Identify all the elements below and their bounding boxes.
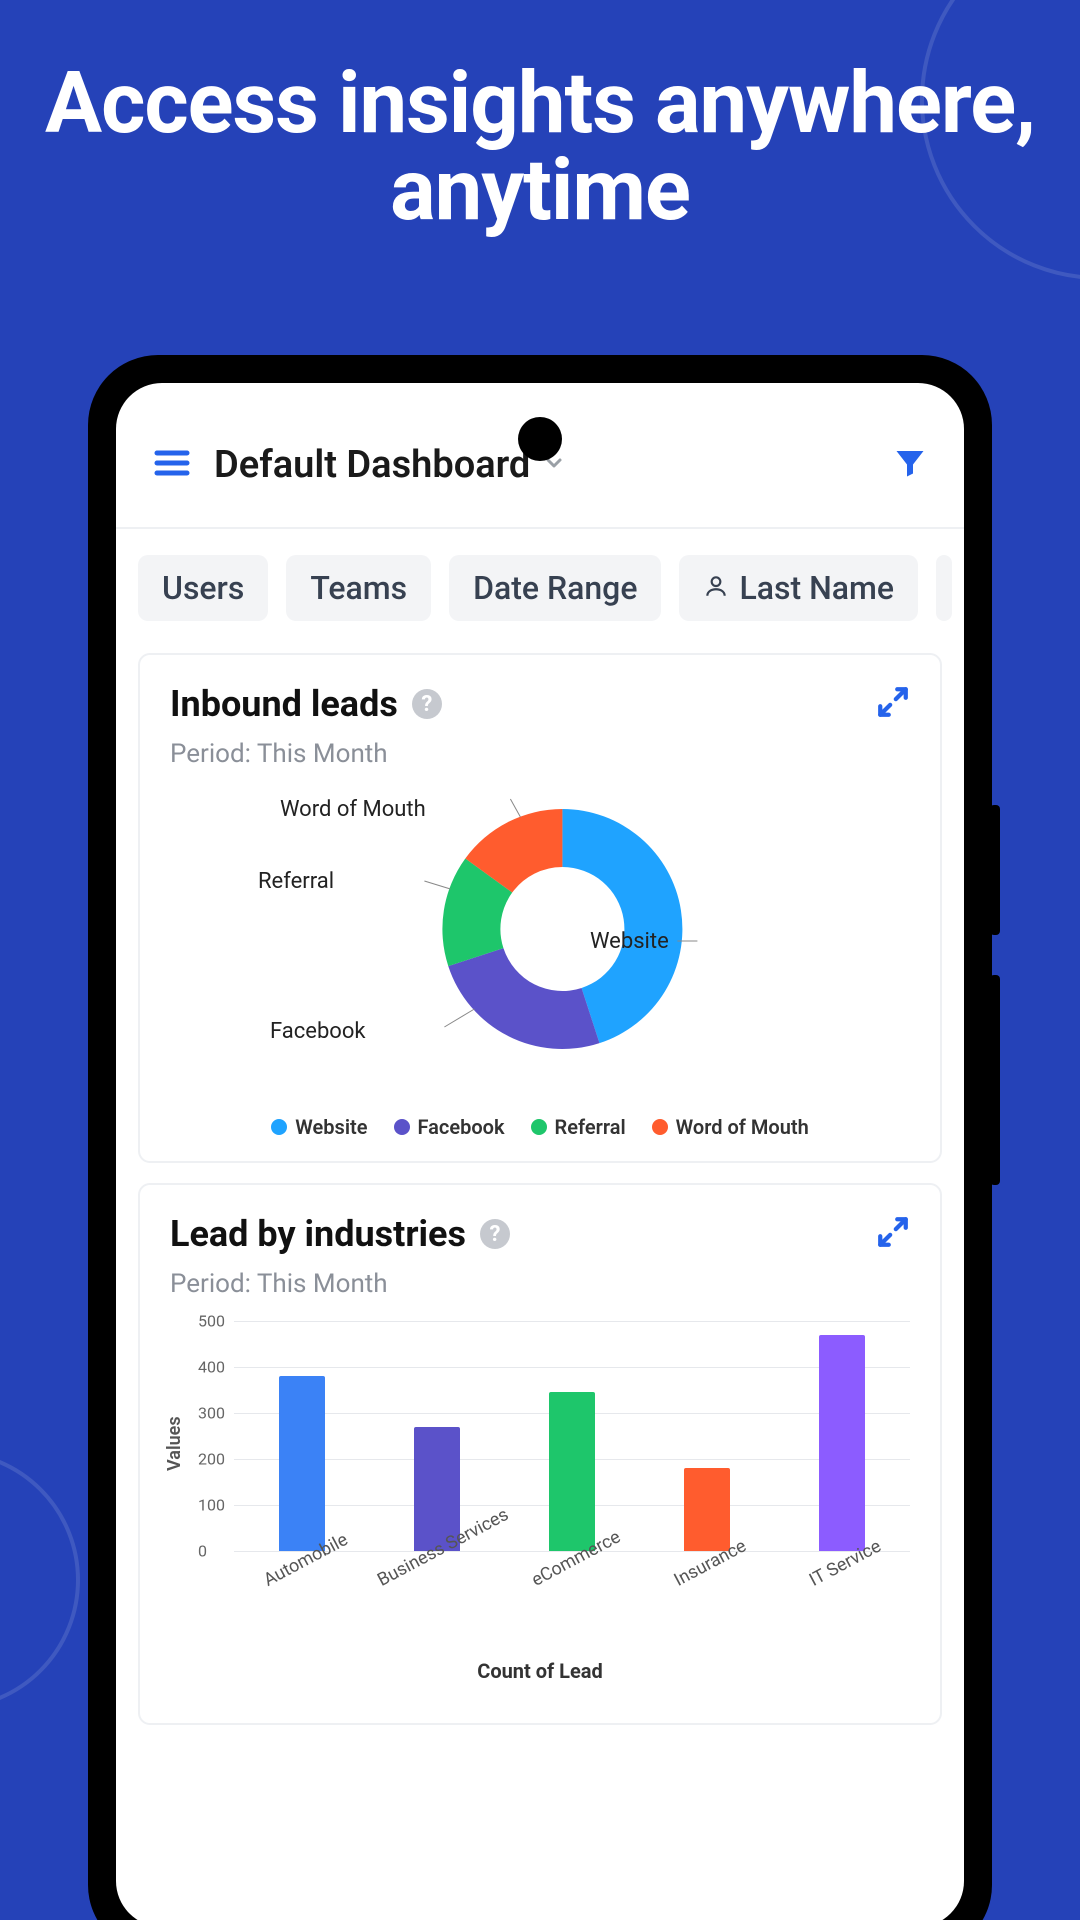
help-icon[interactable]: ?	[412, 689, 442, 719]
legend-item-referral[interactable]: Referral	[531, 1115, 626, 1139]
card-period: Period: This Month	[170, 1269, 910, 1299]
expand-icon[interactable]	[876, 685, 910, 723]
promo-background: Access insights anywhere, anytime Defaul…	[0, 0, 1080, 1920]
donut-label-word-of-mouth: Word of Mouth	[280, 797, 426, 822]
y-tick-label: 0	[198, 1542, 207, 1561]
donut-chart: Website Facebook Referral Word of Mouth	[170, 789, 910, 1109]
y-tick-label: 300	[198, 1404, 225, 1423]
legend-dot-icon	[652, 1119, 668, 1135]
donut-label-referral: Referral	[258, 869, 334, 894]
legend-item-facebook[interactable]: Facebook	[394, 1115, 505, 1139]
bar-it-service[interactable]	[819, 1335, 865, 1551]
filter-icon[interactable]	[892, 445, 928, 485]
bar-x-axis-label: Count of Lead	[170, 1659, 910, 1683]
bar-y-axis-label: Values	[164, 1416, 185, 1471]
donut-label-website: Website	[590, 929, 669, 954]
card-lead-by-industries: Lead by industries ? Period: This Month …	[138, 1183, 942, 1725]
legend-label: Website	[295, 1115, 367, 1139]
legend-dot-icon	[394, 1119, 410, 1135]
phone-side-button	[990, 975, 1000, 1185]
y-tick-label: 100	[198, 1496, 225, 1515]
card-title: Inbound leads	[170, 683, 398, 725]
filter-chip-users[interactable]: Users	[138, 555, 268, 621]
expand-icon[interactable]	[876, 1215, 910, 1253]
y-tick-label: 500	[198, 1312, 225, 1331]
phone-mockup: Default Dashboard Users Teams Date Range La…	[88, 355, 992, 1920]
phone-camera	[518, 417, 562, 461]
decorative-shape	[920, 0, 1080, 280]
filter-chip-label: Last Name	[739, 569, 894, 607]
filter-chip-last-name[interactable]: Last Name	[679, 555, 918, 621]
legend-label: Facebook	[418, 1115, 505, 1139]
card-inbound-leads: Inbound leads ? Period: This Month Websi…	[138, 653, 942, 1163]
donut-legend: Website Facebook Referral Word of Mouth	[170, 1115, 910, 1139]
filter-chip-label: Teams	[310, 569, 407, 607]
legend-item-website[interactable]: Website	[271, 1115, 367, 1139]
y-tick-label: 400	[198, 1358, 225, 1377]
legend-item-word-of-mouth[interactable]: Word of Mouth	[652, 1115, 809, 1139]
legend-label: Referral	[555, 1115, 626, 1139]
y-tick-label: 200	[198, 1450, 225, 1469]
phone-side-button	[990, 805, 1000, 935]
filter-chip-label: Users	[162, 569, 244, 607]
filter-chip-overflow[interactable]	[936, 555, 952, 621]
bar-chart: Values 0100200300400500 AutomobileBusine…	[170, 1321, 910, 1701]
bar-ecommerce[interactable]	[549, 1392, 595, 1551]
person-icon	[703, 569, 729, 607]
dashboard-title-text: Default Dashboard	[214, 443, 530, 487]
bar-insurance[interactable]	[684, 1468, 730, 1551]
bar-slot	[640, 1468, 775, 1551]
card-period: Period: This Month	[170, 739, 910, 769]
bar-slot	[775, 1335, 910, 1551]
card-title: Lead by industries	[170, 1213, 466, 1255]
donut-slice-facebook[interactable]	[448, 948, 599, 1049]
promo-headline: Access insights anywhere, anytime	[0, 0, 1080, 233]
help-icon[interactable]: ?	[480, 1219, 510, 1249]
hamburger-menu-icon[interactable]	[152, 443, 192, 487]
bar-automobile[interactable]	[279, 1376, 325, 1551]
bar-slot	[504, 1392, 639, 1551]
legend-label: Word of Mouth	[676, 1115, 809, 1139]
legend-dot-icon	[271, 1119, 287, 1135]
filter-chip-row: Users Teams Date Range Last Name	[116, 529, 964, 647]
bar-slot	[234, 1376, 369, 1551]
phone-screen: Default Dashboard Users Teams Date Range La…	[116, 383, 964, 1920]
filter-chip-label: Date Range	[473, 569, 637, 607]
dashboard-title-dropdown[interactable]: Default Dashboard	[214, 443, 566, 487]
donut-label-facebook: Facebook	[270, 1019, 366, 1044]
filter-chip-teams[interactable]: Teams	[286, 555, 431, 621]
legend-dot-icon	[531, 1119, 547, 1135]
filter-chip-date-range[interactable]: Date Range	[449, 555, 661, 621]
decorative-shape	[0, 1450, 80, 1710]
